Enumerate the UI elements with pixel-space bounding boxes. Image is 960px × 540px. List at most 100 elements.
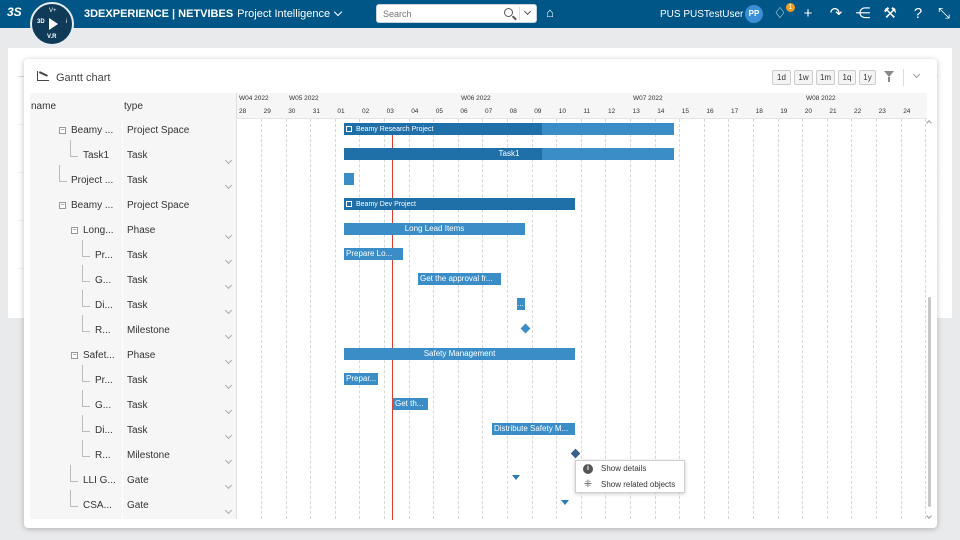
row-name: Project ... [71,175,114,186]
day-header: 28 29 30 31 01 02 03 04 05 06 07 08 09 10 11 12 13 14 15 16… [237,106,927,119]
grid-line [384,119,385,519]
search-box[interactable] [376,4,537,23]
tag-icon[interactable]: ⌂ [546,6,558,19]
scrollbar-thumb[interactable] [928,297,931,507]
day-label: 28 [239,108,247,115]
chevron-down-icon[interactable] [224,356,233,365]
table-row[interactable]: G... Task [30,390,236,419]
gate-marker[interactable] [512,475,520,480]
gantt-bar-get-th[interactable]: Get th... [393,398,428,410]
gantt-bar-task1[interactable]: Task1 [344,148,674,160]
gantt-bar-safety[interactable]: Safety Management [344,348,575,360]
help-icon[interactable]: ? [908,4,928,24]
gantt-bar-get-approval[interactable]: Get the approval fr... [418,273,501,285]
table-row[interactable]: Di... Task [30,290,236,319]
vertical-scrollbar[interactable] [926,120,932,521]
table-row[interactable]: G... Task [30,265,236,294]
milestone-marker-selected[interactable] [569,447,582,460]
collapse-toggle-icon[interactable]: − [71,352,78,359]
table-row[interactable]: Pr... Task [30,240,236,269]
chevron-down-icon[interactable] [224,481,233,490]
zoom-1d-button[interactable]: 1d [772,70,791,85]
gantt-bar-prepare-lo[interactable]: Prepare Lo... [344,248,403,260]
gantt-bar-beamy-research[interactable]: Beamy Research Project [344,123,674,135]
share-icon[interactable]: ↷ [826,4,846,24]
table-row[interactable]: − Beamy ... Project Space [30,119,236,144]
brand[interactable]: 3DEXPERIENCE | NETVIBES Project Intellige… [84,7,343,20]
day-label: 21 [829,108,837,115]
chevron-down-icon[interactable] [224,456,233,465]
chevron-down-icon[interactable] [333,7,343,17]
day-label: 08 [509,108,517,115]
chevron-down-icon[interactable] [224,181,233,190]
collapse-toggle-icon[interactable]: − [71,227,78,234]
chevron-down-icon[interactable] [224,306,233,315]
tools-icon[interactable]: ⚒ [880,4,900,24]
grid-line [285,119,287,519]
gate-marker[interactable] [561,500,569,505]
chevron-down-icon[interactable] [224,406,233,415]
chevron-down-icon[interactable] [912,70,921,79]
chevron-down-icon[interactable] [224,256,233,265]
table-row[interactable]: − Safet... Phase [30,344,236,369]
column-header-name[interactable]: name [31,101,56,112]
table-row[interactable]: − Long... Phase [30,219,236,244]
gantt-bar-project-task[interactable] [344,173,354,185]
scroll-down-icon[interactable] [926,513,932,519]
gantt-bar-distribute[interactable]: Distribute Safety M... [492,423,575,435]
menu-item-show-details[interactable]: i Show details [576,461,686,477]
chevron-down-icon[interactable] [224,156,233,165]
grid-line [630,119,631,519]
zoom-1y-button[interactable]: 1y [859,70,876,85]
chevron-down-icon[interactable] [224,506,233,515]
column-header-type[interactable]: type [124,101,143,112]
table-row[interactable]: Pr... Task [30,365,236,394]
chevron-down-icon[interactable] [224,331,233,340]
scroll-up-icon[interactable] [926,120,932,126]
table-row[interactable]: R... Milestone [30,315,236,344]
table-row[interactable]: LLI G... Gate [30,465,236,494]
day-label: 17 [731,108,739,115]
chevron-down-icon[interactable] [224,381,233,390]
chevron-down-icon[interactable] [224,431,233,440]
compass[interactable]: V+ 3D i V.R [30,2,74,46]
gantt-timeline[interactable]: W04 2022 W05 2022 W06 2022 W07 2022 W08 … [237,93,927,520]
menu-item-show-related[interactable]: ⁜ Show related objects [576,477,686,493]
chevron-down-icon[interactable] [224,231,233,240]
grid-line [851,119,853,519]
chevron-down-icon[interactable] [224,281,233,290]
avatar[interactable]: PP [745,5,763,23]
network-icon[interactable]: ⋲ [853,4,873,24]
day-label: 14 [657,108,665,115]
filter-icon[interactable] [884,71,894,82]
gantt-bar-di[interactable]: ... [517,298,525,310]
table-row[interactable]: Di... Task [30,415,236,444]
row-type: Task [127,425,148,436]
zoom-1w-button[interactable]: 1w [794,70,813,85]
add-icon[interactable]: + [798,4,818,24]
collapse-toggle-icon[interactable]: − [59,127,66,134]
gantt-bar-beamy-dev[interactable]: Beamy Dev Project [344,198,575,210]
search-input[interactable] [383,5,501,22]
compass-version: V.R [47,34,57,40]
collapse-toggle-icon[interactable]: − [59,202,66,209]
search-dropdown-icon[interactable] [519,7,535,20]
row-name: Long... [83,225,114,236]
row-type: Task [127,250,148,261]
gantt-bar-long-lead[interactable]: Long Lead Items [344,223,525,235]
day-label: 01 [337,108,345,115]
table-row[interactable]: Project ... Task [30,165,236,194]
row-name: Task1 [83,150,110,161]
table-row[interactable]: CSA... Gate [30,490,236,519]
zoom-1m-button[interactable]: 1m [816,70,835,85]
zoom-1q-button[interactable]: 1q [838,70,856,85]
table-row[interactable]: R... Milestone [30,440,236,469]
fullscreen-icon[interactable]: ⤡ [934,4,954,24]
milestone-marker[interactable] [520,323,531,334]
row-type: Milestone [127,450,170,461]
gantt-bar-prepar[interactable]: Prepar... [344,373,378,385]
table-row[interactable]: − Beamy ... Project Space [30,194,236,219]
user-name[interactable]: PUS PUSTestUser [660,9,743,20]
week-header: W04 2022 W05 2022 W06 2022 W07 2022 W08 … [237,93,927,106]
search-icon[interactable] [504,8,513,17]
